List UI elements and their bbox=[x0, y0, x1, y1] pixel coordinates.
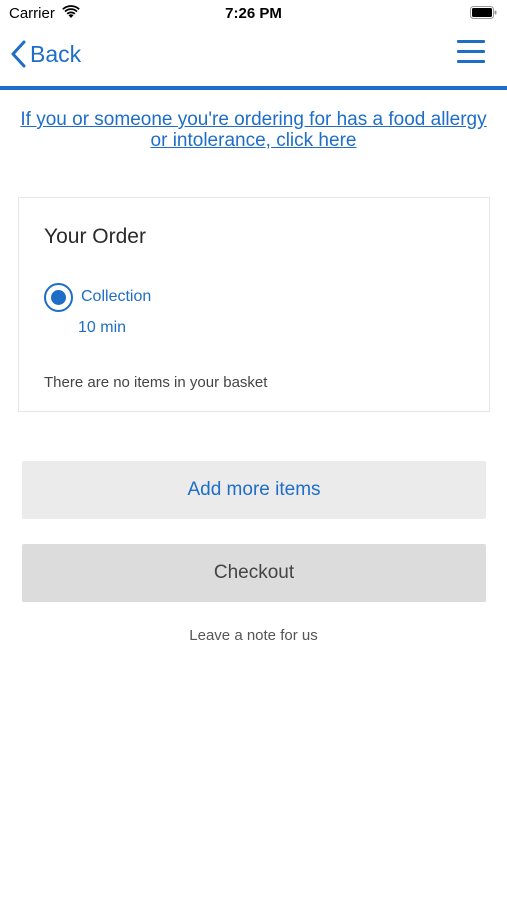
battery-icon bbox=[470, 6, 497, 19]
empty-basket-message: There are no items in your basket bbox=[44, 374, 268, 391]
checkout-button[interactable]: Checkout bbox=[22, 544, 486, 602]
order-title: Your Order bbox=[44, 225, 146, 248]
hamburger-menu-icon[interactable] bbox=[457, 38, 485, 66]
clock-time: 7:26 PM bbox=[225, 5, 282, 22]
menu-bar-line bbox=[457, 40, 485, 43]
menu-bar-line bbox=[457, 60, 485, 63]
header-divider bbox=[0, 86, 507, 90]
add-more-items-button[interactable]: Add more items bbox=[22, 461, 486, 519]
order-card: Your Order Collection 10 min There are n… bbox=[18, 197, 490, 412]
navigation-bar: Back bbox=[0, 28, 507, 86]
back-label: Back bbox=[30, 40, 82, 67]
collection-radio-option[interactable]: Collection bbox=[44, 282, 151, 312]
chevron-left-icon bbox=[11, 40, 26, 68]
collection-label: Collection bbox=[81, 288, 152, 305]
menu-bar-line bbox=[457, 50, 485, 53]
back-button[interactable]: Back bbox=[10, 38, 81, 70]
radio-selected-icon[interactable] bbox=[44, 282, 73, 312]
leave-note-link[interactable]: Leave a note for us bbox=[0, 627, 507, 644]
radio-dot bbox=[51, 289, 66, 305]
status-bar: Carrier 7:26 PM bbox=[0, 0, 507, 28]
collection-time: 10 min bbox=[78, 319, 127, 336]
allergy-info-link[interactable]: If you or someone you're ordering for ha… bbox=[20, 109, 487, 151]
